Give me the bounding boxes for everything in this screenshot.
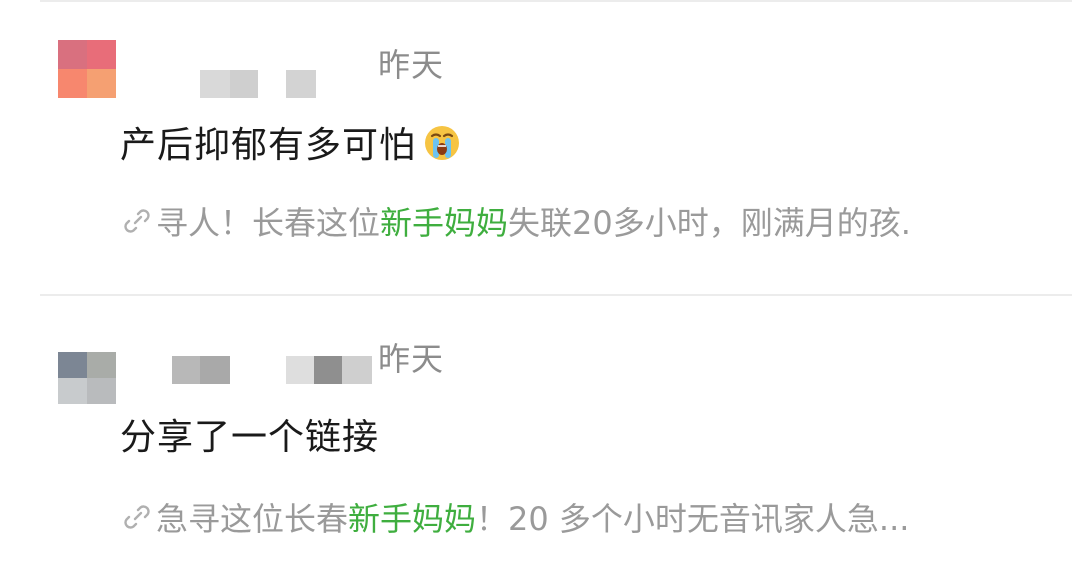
avatar-pixel bbox=[58, 352, 87, 378]
link-icon bbox=[122, 502, 152, 532]
avatar-pixel bbox=[58, 378, 87, 404]
avatar-pixel bbox=[58, 69, 87, 98]
post-time: 昨天 bbox=[378, 46, 445, 84]
shared-link[interactable]: 寻人！长春这位 新手妈妈 失联20多小时，刚满月的孩. bbox=[122, 198, 911, 244]
username-blurred[interactable] bbox=[172, 356, 372, 384]
crying-face-icon bbox=[422, 122, 462, 162]
avatar[interactable] bbox=[58, 40, 116, 98]
feed-item[interactable]: 昨天 产后抑郁有多可怕 寻人！长春这位 新手妈妈 失联20多小时，刚满月的孩. bbox=[0, 0, 1072, 294]
post-content: 分享了一个链接 bbox=[120, 408, 379, 460]
post-content: 产后抑郁有多可怕 bbox=[120, 116, 462, 168]
post-text: 产后抑郁有多可怕 bbox=[120, 125, 417, 166]
avatar-pixel bbox=[87, 69, 116, 98]
avatar-pixel bbox=[58, 40, 87, 69]
avatar-pixel bbox=[87, 40, 116, 69]
avatar-pixel bbox=[87, 352, 116, 378]
shared-link[interactable]: 急寻这位长春 新手妈妈 ！20 多个小时无音讯家人急... bbox=[122, 494, 909, 540]
link-text-highlight: 新手妈妈 bbox=[348, 500, 477, 538]
link-text-before: 寻人！长春这位 bbox=[156, 204, 381, 242]
link-text-after: 失联20多小时，刚满月的孩. bbox=[508, 204, 911, 242]
link-icon bbox=[122, 206, 152, 236]
link-text-highlight: 新手妈妈 bbox=[380, 204, 509, 242]
post-text: 分享了一个链接 bbox=[120, 417, 380, 458]
link-text-after: ！20 多个小时无音讯家人急... bbox=[476, 500, 910, 538]
avatar-pixel bbox=[87, 378, 116, 404]
post-time: 昨天 bbox=[378, 340, 445, 378]
feed-item[interactable]: 昨天 分享了一个链接 急寻这位长春 新手妈妈 ！20 多个小时无音讯家人急... bbox=[0, 296, 1072, 582]
link-text-before: 急寻这位长春 bbox=[156, 500, 349, 538]
avatar[interactable] bbox=[58, 352, 116, 404]
username-blurred[interactable] bbox=[200, 70, 316, 98]
